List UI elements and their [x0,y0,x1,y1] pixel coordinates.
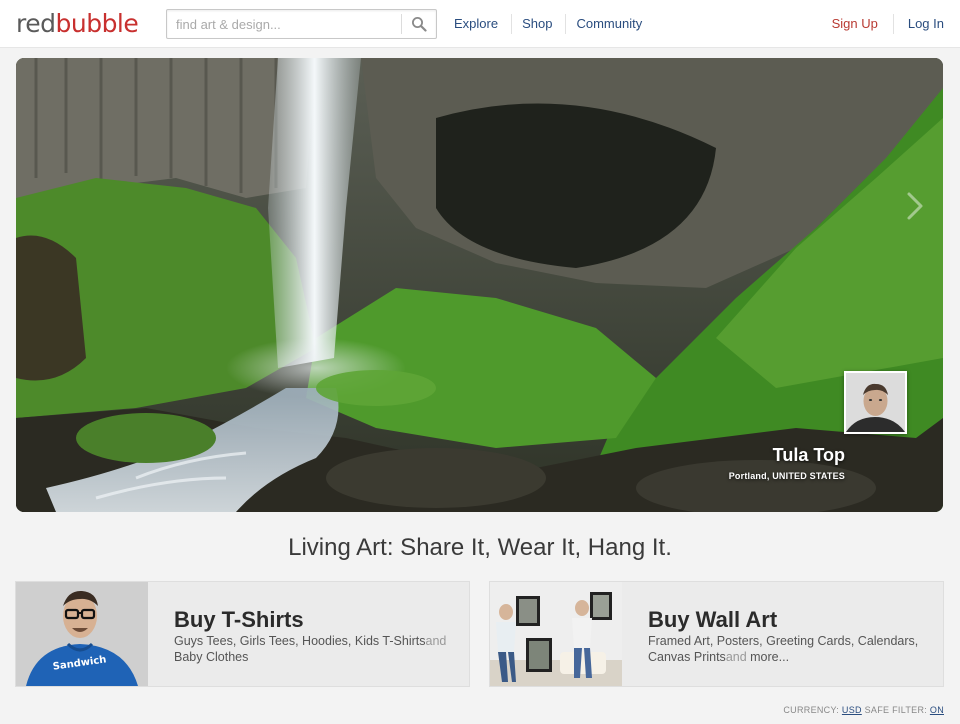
artist-portrait-image [846,373,905,432]
wall-art-title[interactable]: Buy Wall Art [648,607,777,633]
search-box [166,9,437,39]
safe-filter-link[interactable]: ON [930,705,944,715]
search-icon [412,17,427,32]
wall-art-image [490,582,622,686]
tshirts-desc-links[interactable]: Guys Tees, Girls Tees, Hoodies, Kids T-S… [174,634,426,648]
top-header: redbubble Explore Shop Community Sign Up… [0,0,960,48]
logo-text-red: red [16,9,56,38]
tshirts-desc-and: and [425,634,447,648]
nav-shop[interactable]: Shop [512,14,567,34]
artist-name[interactable]: Tula Top [729,444,845,466]
footer-settings: CURRENCY: USD SAFE FILTER: ON [783,705,944,715]
wall-art-description: Framed Art, Posters, Greeting Cards, Cal… [648,634,930,665]
currency-label: CURRENCY: [783,705,840,715]
page-tagline: Living Art: Share It, Wear It, Hang It. [288,534,672,561]
hero-banner[interactable]: Tula Top Portland, UNITED STATES [16,58,943,512]
auth-links: Sign Up Log In [819,14,944,34]
wall-art-desc-and: and [725,649,747,664]
artist-avatar[interactable] [844,371,907,434]
buy-wall-art-card[interactable]: Buy Wall Art Framed Art, Posters, Greeti… [489,581,944,687]
artist-location: Portland, UNITED STATES [728,471,845,481]
wall-art-desc-more[interactable]: more... [747,650,789,664]
search-input[interactable] [167,10,401,38]
tshirts-title[interactable]: Buy T-Shirts [174,607,304,633]
currency-link[interactable]: USD [842,705,862,715]
tshirts-desc-baby[interactable]: Baby Clothes [174,650,248,664]
nav-explore[interactable]: Explore [444,14,513,34]
login-link[interactable]: Log In [894,14,944,34]
safe-filter-label: SAFE FILTER: [864,705,928,715]
logo-text-bubble: bubble [55,9,139,38]
search-button[interactable] [402,10,436,38]
chevron-right-icon[interactable] [901,188,929,224]
redbubble-logo[interactable]: redbubble [16,8,139,40]
tshirt-model-image: Sandwich [16,582,148,686]
main-nav: Explore Shop Community [444,14,655,34]
nav-community[interactable]: Community [566,14,655,34]
featured-artist-info: Tula Top Portland, UNITED STATES [729,444,845,481]
signup-link[interactable]: Sign Up [819,14,894,34]
buy-tshirts-card[interactable]: Sandwich Buy T-Shirts Guys Tees, Girls T… [15,581,470,687]
tshirts-description: Guys Tees, Girls Tees, Hoodies, Kids T-S… [174,634,456,665]
